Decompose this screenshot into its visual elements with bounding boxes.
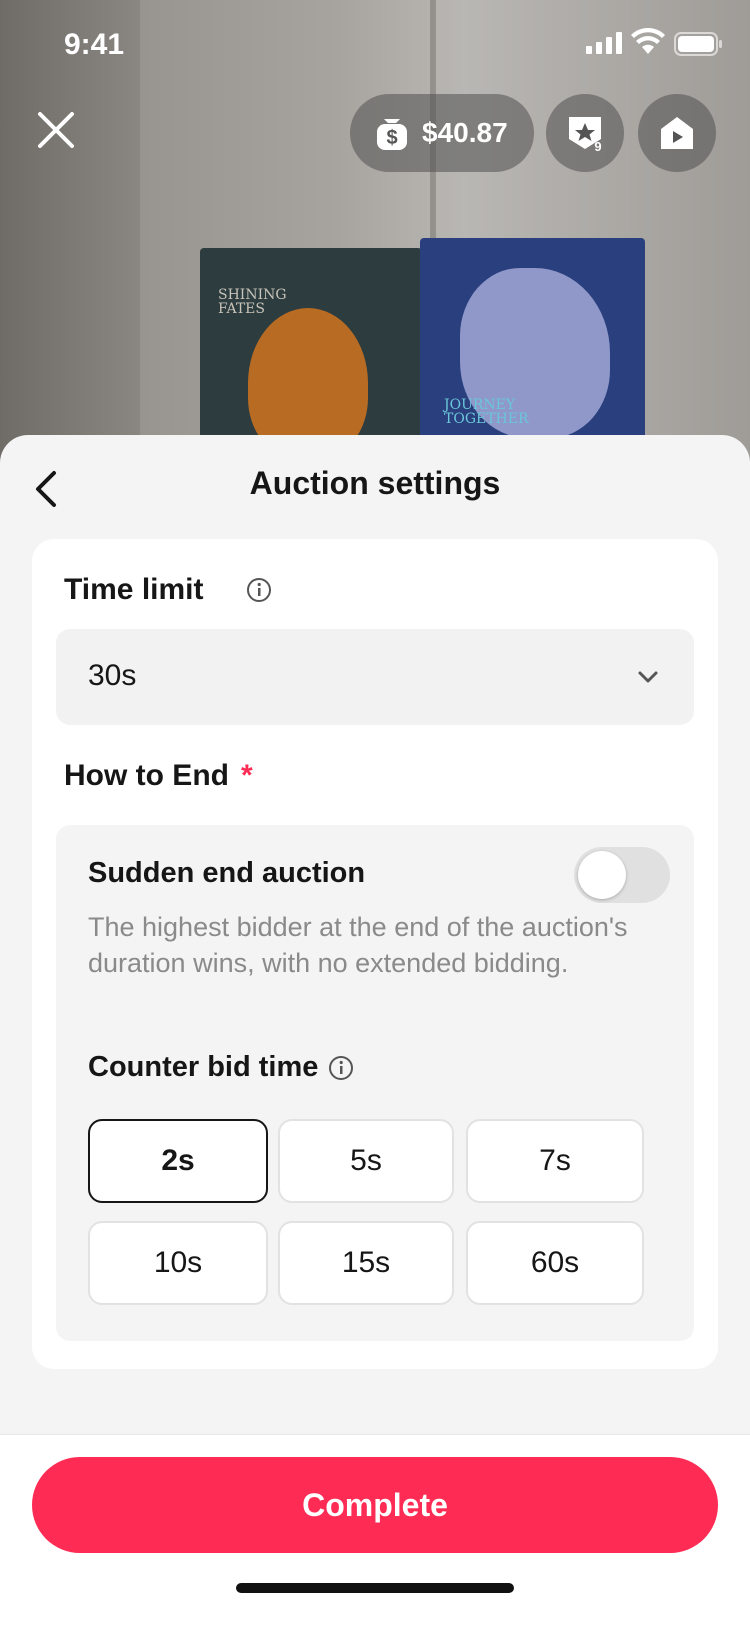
star-badge-icon: 9	[569, 117, 602, 153]
chevron-down-icon	[638, 671, 658, 683]
box-text: JOURNEY TOGETHER	[444, 397, 529, 427]
counter-bid-option[interactable]: 15s	[278, 1221, 454, 1305]
footer-bar: Complete	[0, 1434, 750, 1629]
box-text: SHINING FATES	[218, 287, 287, 317]
counter-bid-option[interactable]: 10s	[88, 1221, 268, 1305]
how-to-end-panel: Sudden end auction The highest bidder at…	[56, 825, 694, 1341]
shop-live-button[interactable]	[638, 94, 716, 172]
time-limit-value: 30s	[88, 659, 137, 692]
sudden-end-description: The highest bidder at the end of the auc…	[88, 912, 628, 978]
how-to-end-text: How to End	[64, 759, 229, 792]
home-indicator	[236, 1583, 514, 1593]
sheet-title: Auction settings	[249, 465, 501, 501]
rewards-button[interactable]: 9	[546, 94, 624, 172]
sudden-end-label: Sudden end auction	[88, 857, 366, 889]
badge-count: 9	[594, 139, 601, 153]
home-play-icon	[661, 117, 693, 149]
time-limit-label: Time limit	[64, 573, 204, 606]
dollar-bag-icon: $	[377, 119, 407, 150]
toggle-knob	[578, 851, 626, 899]
wallet-amount: $40.87	[422, 117, 508, 148]
sudden-end-toggle[interactable]	[574, 847, 670, 903]
counter-bid-option[interactable]: 2s	[88, 1119, 268, 1203]
battery-icon	[674, 32, 722, 56]
time-limit-select[interactable]: 30s	[56, 629, 694, 725]
status-time: 9:41	[64, 28, 125, 61]
counter-bid-label: Counter bid time	[88, 1051, 319, 1083]
info-icon[interactable]	[328, 1055, 354, 1081]
close-icon[interactable]	[34, 108, 78, 152]
counter-bid-option[interactable]: 60s	[466, 1221, 644, 1305]
wifi-icon	[631, 28, 665, 54]
counter-bid-option[interactable]: 7s	[466, 1119, 644, 1203]
info-icon[interactable]	[246, 577, 272, 603]
cellular-signal-icon	[586, 32, 622, 54]
svg-text:$: $	[386, 127, 397, 149]
how-to-end-label: How to End *	[64, 759, 253, 793]
counter-bid-option[interactable]: 5s	[278, 1119, 454, 1203]
wallet-balance-button[interactable]: $ $40.87	[350, 94, 534, 172]
status-bar: 9:41	[0, 0, 750, 90]
settings-card: Time limit 30s How to End * Sudden end au…	[32, 539, 718, 1369]
required-mark: *	[240, 759, 253, 792]
complete-button[interactable]: Complete	[32, 1457, 718, 1553]
